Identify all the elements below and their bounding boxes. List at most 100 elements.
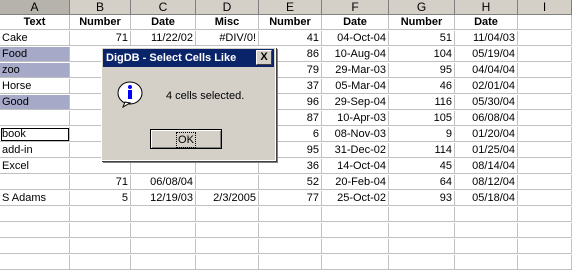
header-cell[interactable]: Number xyxy=(259,15,322,30)
table-cell[interactable] xyxy=(322,255,389,270)
column-header-g[interactable]: G xyxy=(389,0,455,15)
table-cell[interactable]: 04-Oct-04 xyxy=(322,31,389,46)
table-cell[interactable] xyxy=(518,47,572,62)
table-cell[interactable]: Food xyxy=(0,47,70,62)
table-cell[interactable]: 20-Feb-04 xyxy=(322,175,389,190)
table-cell[interactable] xyxy=(0,239,70,254)
header-cell[interactable] xyxy=(518,15,572,30)
table-cell[interactable] xyxy=(518,175,572,190)
table-cell[interactable]: 01/20/04 xyxy=(455,127,518,142)
table-cell[interactable] xyxy=(518,239,572,254)
table-cell[interactable] xyxy=(455,223,518,238)
table-cell[interactable] xyxy=(518,111,572,126)
table-cell[interactable]: book xyxy=(0,127,70,142)
table-cell[interactable] xyxy=(518,159,572,174)
table-cell[interactable] xyxy=(518,255,572,270)
header-cell[interactable]: Number xyxy=(70,15,131,30)
table-cell[interactable]: 77 xyxy=(259,191,322,206)
table-cell[interactable]: Horse xyxy=(0,79,70,94)
table-cell[interactable] xyxy=(518,127,572,142)
table-cell[interactable] xyxy=(0,207,70,222)
table-cell[interactable]: 52 xyxy=(259,175,322,190)
table-cell[interactable] xyxy=(322,223,389,238)
table-cell[interactable] xyxy=(518,79,572,94)
table-cell[interactable] xyxy=(259,239,322,254)
table-cell[interactable] xyxy=(196,207,259,222)
table-cell[interactable] xyxy=(389,255,455,270)
table-cell[interactable] xyxy=(455,239,518,254)
table-cell[interactable]: 9 xyxy=(389,127,455,142)
table-cell[interactable]: 36 xyxy=(259,159,322,174)
header-cell[interactable]: Misc xyxy=(196,15,259,30)
table-cell[interactable] xyxy=(196,159,259,174)
close-icon[interactable]: X xyxy=(256,50,272,65)
table-cell[interactable] xyxy=(70,223,131,238)
table-cell[interactable]: 11/22/02 xyxy=(131,31,196,46)
table-cell[interactable] xyxy=(259,223,322,238)
table-cell[interactable]: Cake xyxy=(0,31,70,46)
table-cell[interactable] xyxy=(259,207,322,222)
table-cell[interactable]: 71 xyxy=(70,175,131,190)
table-cell[interactable]: 51 xyxy=(389,31,455,46)
table-cell[interactable] xyxy=(70,207,131,222)
column-header-d[interactable]: D xyxy=(196,0,259,15)
table-cell[interactable] xyxy=(70,159,131,174)
table-cell[interactable] xyxy=(322,207,389,222)
table-cell[interactable]: 11/04/03 xyxy=(455,31,518,46)
table-cell[interactable]: 01/25/04 xyxy=(455,143,518,158)
table-cell[interactable] xyxy=(0,223,70,238)
table-cell[interactable]: zoo xyxy=(0,63,70,78)
table-cell[interactable] xyxy=(131,255,196,270)
table-cell[interactable] xyxy=(455,255,518,270)
table-cell[interactable]: 08-Nov-03 xyxy=(322,127,389,142)
table-cell[interactable] xyxy=(518,143,572,158)
table-cell[interactable] xyxy=(518,31,572,46)
table-cell[interactable] xyxy=(518,207,572,222)
table-cell[interactable]: 25-Oct-02 xyxy=(322,191,389,206)
table-cell[interactable] xyxy=(518,191,572,206)
table-cell[interactable] xyxy=(196,223,259,238)
table-cell[interactable]: 64 xyxy=(389,175,455,190)
table-cell[interactable] xyxy=(0,255,70,270)
column-header-c[interactable]: C xyxy=(131,0,196,15)
table-cell[interactable]: 105 xyxy=(389,111,455,126)
table-cell[interactable] xyxy=(518,95,572,110)
table-cell[interactable] xyxy=(322,239,389,254)
table-cell[interactable]: 14-Oct-04 xyxy=(322,159,389,174)
table-cell[interactable]: 29-Mar-03 xyxy=(322,63,389,78)
table-cell[interactable] xyxy=(518,223,572,238)
table-cell[interactable]: S Adams xyxy=(0,191,70,206)
table-cell[interactable] xyxy=(196,239,259,254)
table-cell[interactable]: 114 xyxy=(389,143,455,158)
table-cell[interactable]: Good xyxy=(0,95,70,110)
table-cell[interactable]: 31-Dec-02 xyxy=(322,143,389,158)
table-cell[interactable]: 93 xyxy=(389,191,455,206)
table-cell[interactable] xyxy=(196,255,259,270)
table-cell[interactable]: Excel xyxy=(0,159,70,174)
table-cell[interactable] xyxy=(455,207,518,222)
column-header-b[interactable]: B xyxy=(70,0,131,15)
table-cell[interactable] xyxy=(70,255,131,270)
table-cell[interactable]: 12/19/03 xyxy=(131,191,196,206)
table-cell[interactable] xyxy=(196,175,259,190)
header-cell[interactable]: Date xyxy=(131,15,196,30)
table-cell[interactable] xyxy=(0,111,70,126)
table-cell[interactable]: 02/01/04 xyxy=(455,79,518,94)
table-cell[interactable]: 06/08/04 xyxy=(455,111,518,126)
table-cell[interactable] xyxy=(70,239,131,254)
table-cell[interactable] xyxy=(131,159,196,174)
table-cell[interactable]: 95 xyxy=(389,63,455,78)
column-header-a[interactable]: A xyxy=(0,0,70,15)
header-cell[interactable]: Date xyxy=(455,15,518,30)
table-cell[interactable]: 5 xyxy=(70,191,131,206)
header-cell[interactable]: Number xyxy=(389,15,455,30)
table-cell[interactable]: 05/19/04 xyxy=(455,47,518,62)
table-cell[interactable]: 04/04/04 xyxy=(455,63,518,78)
table-cell[interactable]: 08/12/04 xyxy=(455,175,518,190)
table-cell[interactable]: 116 xyxy=(389,95,455,110)
table-cell[interactable]: 05-Mar-04 xyxy=(322,79,389,94)
table-cell[interactable]: 104 xyxy=(389,47,455,62)
table-cell[interactable] xyxy=(389,223,455,238)
table-cell[interactable]: 71 xyxy=(70,31,131,46)
column-header-h[interactable]: H xyxy=(455,0,518,15)
